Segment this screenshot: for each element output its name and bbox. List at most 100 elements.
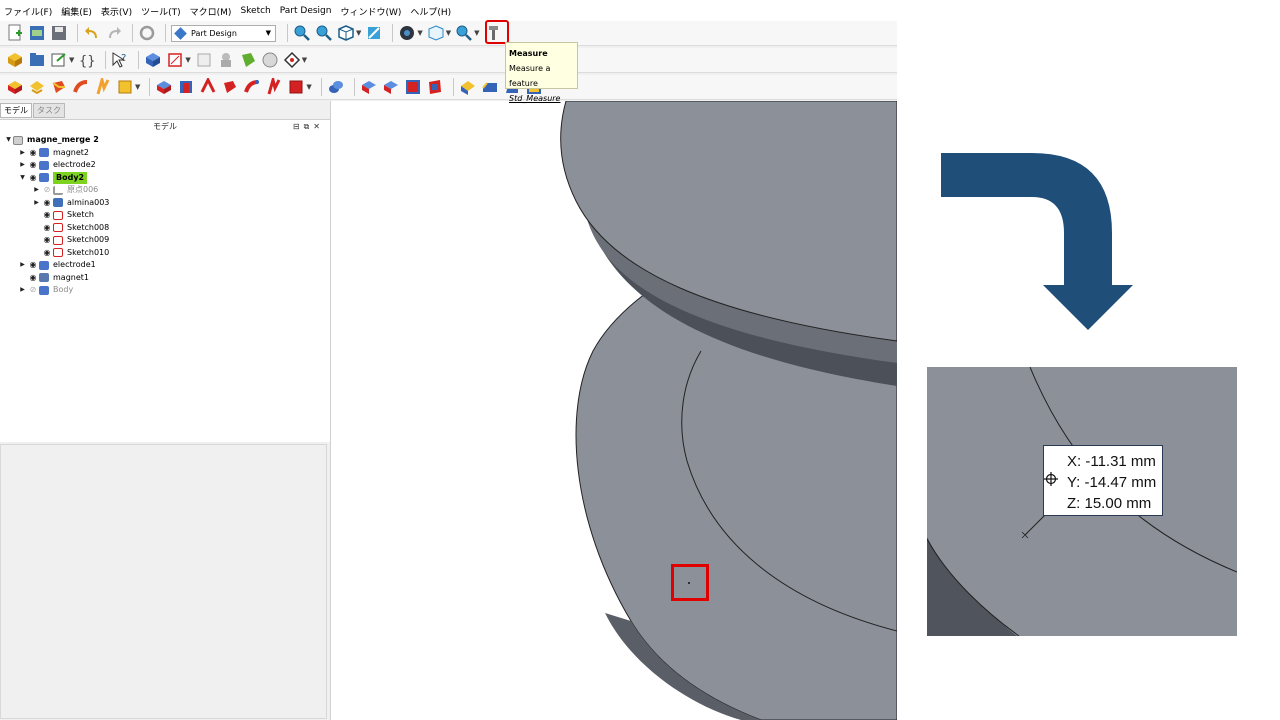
tree-item[interactable]: ▶ ⊘ 原点006 (0, 184, 330, 197)
shape-binder-icon[interactable] (239, 51, 257, 69)
fit-all-icon[interactable] (293, 24, 311, 42)
sketch-icon[interactable] (166, 51, 184, 69)
expand-arrow-right-icon[interactable]: ▶ (18, 147, 27, 160)
additive-pipe-icon[interactable] (72, 78, 90, 96)
new-file-icon[interactable] (6, 24, 24, 42)
eye-icon[interactable]: ◉ (27, 159, 39, 172)
additive-loft-icon[interactable] (50, 78, 68, 96)
eye-icon[interactable]: ◉ (27, 272, 39, 285)
3d-viewport[interactable] (331, 101, 897, 720)
expand-arrow-right-icon[interactable]: ▶ (18, 259, 27, 272)
datum-icon[interactable] (283, 51, 301, 69)
bounding-box-icon[interactable] (427, 24, 445, 42)
eye-hidden-icon[interactable]: ⊘ (41, 184, 53, 197)
variable-set-icon[interactable]: {} (78, 51, 96, 69)
whats-this-icon[interactable]: ? (111, 51, 129, 69)
subtractive-helix-icon[interactable] (265, 74, 283, 96)
tab-tasks[interactable]: タスク (33, 103, 65, 118)
eye-icon[interactable]: ◉ (41, 209, 53, 222)
link-icon[interactable] (50, 51, 68, 69)
tree-item[interactable]: ◉ magnet1 (0, 272, 330, 285)
eye-icon[interactable]: ◉ (27, 259, 39, 272)
tree-item[interactable]: ◉ Sketch010 (0, 247, 330, 260)
menu-sketch[interactable]: Sketch (240, 6, 270, 16)
eye-icon[interactable]: ◉ (41, 222, 53, 235)
chevron-down-icon[interactable]: ▼ (306, 83, 311, 91)
tree-item[interactable]: ▶ ⊘ Body (0, 284, 330, 297)
expand-arrow-down-icon[interactable]: ▼ (18, 172, 27, 185)
pad-icon[interactable] (6, 78, 24, 96)
tab-model[interactable]: モデル (0, 103, 32, 118)
additive-helix-icon[interactable] (94, 74, 112, 96)
eye-icon[interactable]: ◉ (27, 147, 39, 160)
tree-item[interactable]: ▶ ◉ magnet2 (0, 147, 330, 160)
validate-sketch-icon[interactable] (195, 51, 213, 69)
eye-icon[interactable]: ◉ (27, 172, 39, 185)
menu-file[interactable]: ファイル(F) (4, 5, 52, 18)
tree-item[interactable]: ◉ Sketch009 (0, 234, 330, 247)
polar-pattern-icon[interactable] (404, 78, 422, 96)
tree-item[interactable]: ▼ magne_merge 2 (0, 134, 330, 147)
chevron-down-icon[interactable]: ▼ (185, 56, 190, 64)
tree-item[interactable]: ◉ Sketch (0, 209, 330, 222)
chevron-down-icon[interactable]: ▼ (135, 83, 140, 91)
chamfer-icon[interactable] (481, 78, 499, 96)
redo-icon[interactable] (105, 24, 123, 42)
menu-part-design[interactable]: Part Design (280, 6, 332, 16)
body-icon[interactable] (144, 51, 162, 69)
chevron-down-icon[interactable]: ▼ (302, 56, 307, 64)
hole-icon[interactable] (177, 78, 195, 96)
chevron-down-icon[interactable]: ▼ (417, 29, 422, 37)
menu-view[interactable]: 表示(V) (101, 5, 132, 18)
expand-arrow-right-icon[interactable]: ▶ (18, 159, 27, 172)
subtractive-box-icon[interactable] (287, 78, 305, 96)
sub-shape-binder-icon[interactable] (261, 51, 279, 69)
sync-view-icon[interactable] (365, 24, 383, 42)
eye-hidden-icon[interactable]: ⊘ (27, 284, 39, 297)
group-icon[interactable] (28, 51, 46, 69)
chevron-down-icon[interactable]: ▼ (446, 29, 451, 37)
menu-help[interactable]: ヘルプ(H) (410, 5, 451, 18)
subtractive-pipe-icon[interactable] (243, 78, 261, 96)
tree-item[interactable]: ◉ Sketch008 (0, 222, 330, 235)
workbench-selector[interactable]: Part Design ▼ (171, 24, 276, 42)
open-file-icon[interactable] (28, 24, 46, 42)
tree-item[interactable]: ▶ ◉ electrode2 (0, 159, 330, 172)
eye-icon[interactable]: ◉ (41, 247, 53, 260)
linear-pattern-icon[interactable] (382, 78, 400, 96)
menu-tools[interactable]: ツール(T) (141, 5, 181, 18)
clone-icon[interactable] (217, 51, 235, 69)
revolution-icon[interactable] (28, 78, 46, 96)
expand-arrow-right-icon[interactable]: ▶ (32, 184, 41, 197)
subtractive-loft-icon[interactable] (221, 78, 239, 96)
additive-box-icon[interactable] (116, 78, 134, 96)
tree-item[interactable]: ▼ ◉ Body2 (0, 171, 330, 185)
expand-arrow-down-icon[interactable]: ▼ (4, 134, 13, 147)
chevron-down-icon[interactable]: ▼ (474, 29, 479, 37)
expand-arrow-right-icon[interactable]: ▶ (18, 284, 27, 297)
boolean-icon[interactable] (327, 78, 345, 96)
chevron-down-icon[interactable]: ▼ (69, 56, 74, 64)
refresh-icon[interactable] (138, 24, 156, 42)
tree-item[interactable]: ▶ ◉ almina003 (0, 197, 330, 210)
menu-macro[interactable]: マクロ(M) (190, 5, 232, 18)
tree-item[interactable]: ▶ ◉ electrode1 (0, 259, 330, 272)
mirrored-icon[interactable] (360, 78, 378, 96)
pocket-icon[interactable] (155, 78, 173, 96)
draw-style-icon[interactable] (398, 24, 416, 42)
undo-icon[interactable] (83, 24, 101, 42)
menu-edit[interactable]: 編集(E) (61, 5, 92, 18)
part-icon[interactable] (6, 51, 24, 69)
eye-icon[interactable]: ◉ (41, 197, 53, 210)
save-icon[interactable] (50, 24, 68, 42)
fit-selection-icon[interactable] (315, 24, 333, 42)
chevron-down-icon[interactable]: ▼ (356, 29, 361, 37)
multi-transform-icon[interactable] (426, 78, 444, 96)
zoom-icon[interactable] (455, 24, 473, 42)
eye-icon[interactable]: ◉ (41, 234, 53, 247)
expand-arrow-right-icon[interactable]: ▶ (32, 197, 41, 210)
menu-window[interactable]: ウィンドウ(W) (340, 5, 401, 18)
view-cube-icon[interactable] (337, 24, 355, 42)
panel-window-controls[interactable]: ⊟⧉✕ (293, 120, 324, 134)
fillet-icon[interactable] (459, 78, 477, 96)
